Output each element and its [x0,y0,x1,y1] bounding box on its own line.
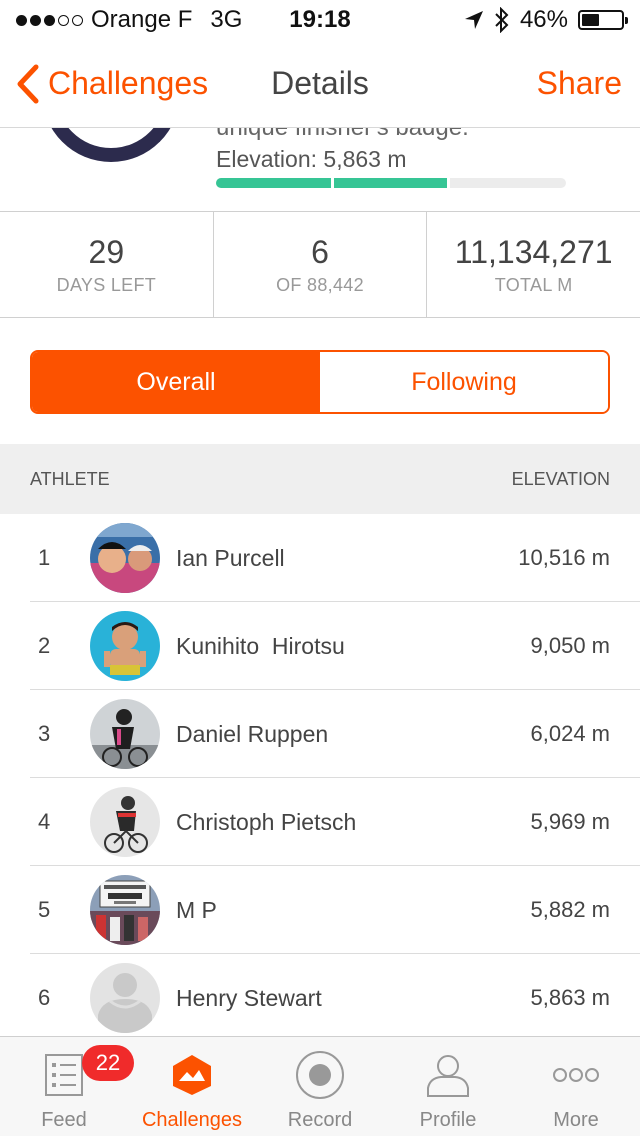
bluetooth-icon [495,7,509,33]
share-button[interactable]: Share [537,65,622,102]
more-icon [548,1047,604,1103]
athlete-elevation: 5,969 m [530,809,611,834]
athlete-rank: 2 [38,633,51,658]
location-arrow-icon [464,11,483,29]
progress-tick [331,178,334,188]
column-athlete: ATHLETE [30,468,110,489]
carrier-name: Orange F [91,6,193,33]
tab-feed[interactable]: Feed 22 [0,1037,134,1136]
battery-percent: 46% [519,6,568,33]
network-type: 3G [210,6,243,33]
tab-challenges[interactable]: Challenges [128,1037,256,1136]
battery-icon [578,10,628,30]
table-row[interactable]: 5 M P 5,882 m [0,866,640,954]
avatar[interactable] [90,523,160,593]
athlete-rank: 4 [38,809,51,834]
tab-overall[interactable]: Overall [32,352,320,412]
tab-bar: Feed 22 Challenges Record Profile More [0,1036,640,1136]
table-row[interactable]: 1 Ian Purcell 10,516 m [0,514,640,602]
status-left: Orange F 3G [16,6,464,34]
record-icon [292,1047,348,1103]
stat-rank: 6 OF 88,442 [214,212,428,317]
navigation-bar: Challenges Details Share [0,40,640,128]
stat-value: 6 [311,233,329,270]
athlete-name: Daniel Ruppen [176,720,329,747]
challenge-description: unique finisher's badge. [216,128,469,142]
tab-label: More [553,1109,599,1131]
tab-record[interactable]: Record [256,1037,384,1136]
athlete-rank: 3 [38,721,51,746]
profile-icon [420,1047,476,1103]
chevron-left-icon [17,64,39,103]
challenges-icon [164,1047,220,1103]
stat-days-left: 29 DAYS LEFT [0,212,214,317]
athlete-name: Ian Purcell [176,544,285,571]
elevation-progress-text: Elevation: 5,863 m [216,146,407,172]
avatar[interactable] [90,963,160,1033]
athlete-elevation: 10,516 m [518,545,610,570]
stat-value: 29 [88,233,125,270]
athlete-rank: 5 [38,897,51,922]
athlete-rank: 6 [38,985,51,1010]
athlete-elevation: 5,882 m [530,897,611,922]
table-row[interactable]: 2 Kunihito Hirotsu 9,050 m [0,602,640,690]
stat-value: 11,134,271 [454,233,613,270]
elevation-progress-bar [216,178,566,188]
challenge-stats: 29 DAYS LEFT 6 OF 88,442 11,134,271 TOTA… [0,212,640,318]
notification-badge: 22 [82,1045,134,1081]
table-row[interactable]: 6 Henry Stewart 5,863 m [0,954,640,1042]
tab-label: Profile [419,1109,477,1131]
tab-following[interactable]: Following [320,352,608,412]
tab-label: Feed [41,1109,87,1131]
stat-label: OF 88,442 [276,274,364,295]
avatar[interactable] [90,875,160,945]
tab-more[interactable]: More [512,1037,640,1136]
avatar[interactable] [90,699,160,769]
athlete-name: Henry Stewart [176,984,322,1011]
column-elevation: ELEVATION [511,468,610,489]
back-button-label: Challenges [48,65,209,101]
table-row[interactable]: 4 Christoph Pietsch 5,969 m [0,778,640,866]
leaderboard-header: ATHLETE ELEVATION [0,444,640,514]
progress-tick [447,178,450,188]
athlete-rank: 1 [38,545,51,570]
athlete-name: M P [176,896,217,923]
stat-label: TOTAL M [494,274,573,295]
athlete-name: Kunihito Hirotsu [176,632,345,659]
back-button[interactable]: Challenges [0,40,208,127]
avatar[interactable] [90,787,160,857]
challenge-badge-ring [42,128,180,162]
athlete-name: Christoph Pietsch [176,808,357,835]
tab-label: Record [287,1109,353,1131]
athlete-elevation: 9,050 m [530,633,611,658]
stat-label: DAYS LEFT [56,274,157,295]
leaderboard-list: 1 Ian Purcell 10,516 m 2 Kunihito Hirots… [0,514,640,1042]
status-bar: Orange F 3G 19:18 46% [0,0,640,40]
avatar[interactable] [90,611,160,681]
leaderboard-filter: Overall Following [30,350,610,414]
tab-label: Challenges [141,1109,243,1131]
signal-strength-icon [16,14,83,26]
status-right: 46% [464,6,628,34]
challenge-summary: unique finisher's badge. Elevation: 5,86… [0,128,640,212]
table-row[interactable]: 3 Daniel Ruppen 6,024 m [0,690,640,778]
stat-total: 11,134,271 TOTAL M [427,212,640,317]
tab-profile[interactable]: Profile [384,1037,512,1136]
athlete-elevation: 6,024 m [530,721,611,746]
athlete-elevation: 5,863 m [530,985,611,1010]
